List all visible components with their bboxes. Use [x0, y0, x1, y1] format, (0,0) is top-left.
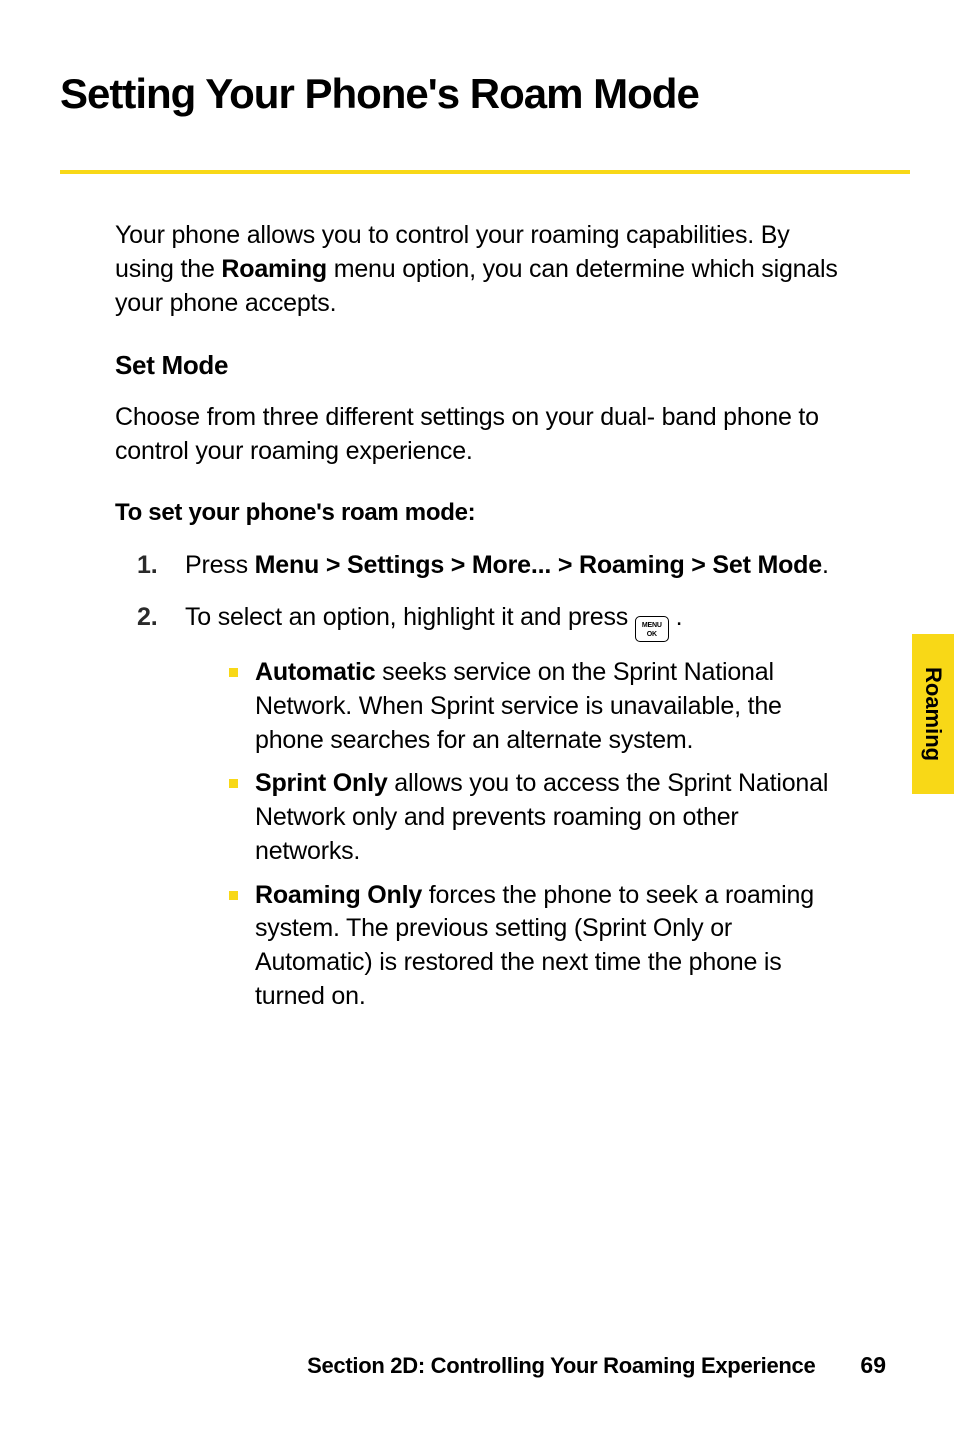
side-tab-label: Roaming [920, 667, 946, 761]
lead-instruction: To set your phone's roam mode: [115, 499, 839, 527]
step1-post: . [822, 551, 829, 579]
option-label: Automatic [255, 658, 375, 686]
content-area: Your phone allows you to control your ro… [60, 219, 894, 1024]
options-list: Automatic seeks service on the Sprint Na… [185, 656, 839, 1014]
option-label: Roaming Only [255, 881, 422, 909]
page-heading: Setting Your Phone's Roam Mode [60, 70, 894, 130]
side-tab-roaming: Roaming [912, 634, 954, 794]
menu-ok-key-icon: MENUOK [635, 616, 669, 642]
step-2: 2. To select an option, highlight it and… [137, 601, 839, 1024]
option-automatic: Automatic seeks service on the Sprint Na… [229, 656, 839, 757]
footer-page-number: 69 [860, 1352, 886, 1379]
page-footer: Section 2D: Controlling Your Roaming Exp… [0, 1352, 954, 1379]
step1-pre: Press [185, 551, 255, 579]
key-bottom-text: OK [647, 630, 657, 639]
key-top-text: MENU [642, 621, 662, 630]
step-number: 2. [137, 601, 185, 1024]
option-sprint-only: Sprint Only allows you to access the Spr… [229, 767, 839, 868]
option-roaming-only: Roaming Only forces the phone to seek a … [229, 879, 839, 1014]
step2-post: . [669, 603, 683, 631]
steps-list: 1. Press Menu > Settings > More... > Roa… [115, 549, 839, 1024]
step2-pre: To select an option, highlight it and pr… [185, 603, 635, 631]
heading-rule [60, 170, 910, 174]
step-1: 1. Press Menu > Settings > More... > Roa… [137, 549, 839, 583]
option-label: Sprint Only [255, 769, 388, 797]
step-number: 1. [137, 549, 185, 583]
paragraph-2: Choose from three different settings on … [115, 401, 839, 469]
subheading-set-mode: Set Mode [115, 350, 839, 381]
step-body: To select an option, highlight it and pr… [185, 601, 839, 1024]
footer-section-title: Section 2D: Controlling Your Roaming Exp… [307, 1353, 815, 1379]
intro-paragraph: Your phone allows you to control your ro… [115, 219, 839, 320]
intro-bold: Roaming [221, 255, 327, 283]
step-body: Press Menu > Settings > More... > Roamin… [185, 549, 839, 583]
step1-menu-path: Menu > Settings > More... > Roaming > Se… [255, 551, 822, 579]
